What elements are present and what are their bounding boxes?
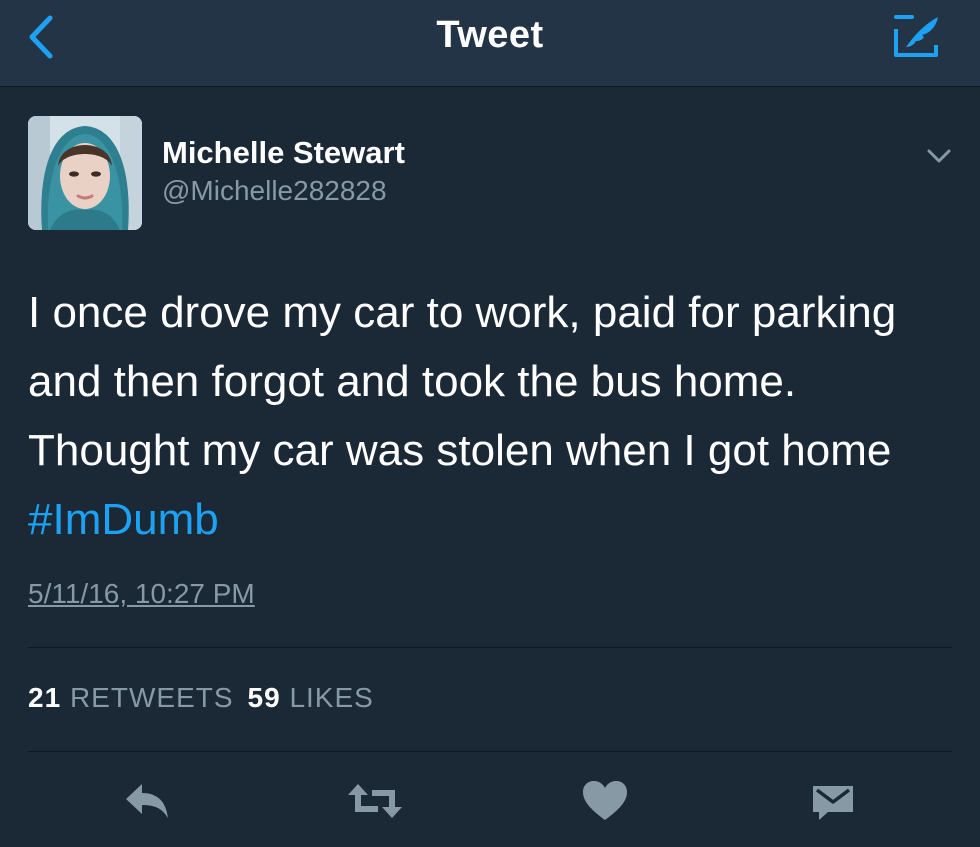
divider (28, 647, 952, 648)
likes-label: LIKES (289, 682, 374, 713)
retweets-label: RETWEETS (69, 682, 234, 713)
author-handle[interactable]: @Michelle282828 (162, 175, 387, 207)
likes-stat[interactable]: 59 LIKES (248, 682, 374, 713)
retweet-icon (348, 784, 402, 818)
compose-button[interactable] (892, 11, 944, 63)
envelope-icon (813, 786, 853, 820)
author-name[interactable]: Michelle Stewart (162, 135, 405, 171)
hashtag-link[interactable]: #ImDumb (28, 485, 958, 554)
compose-feather-icon (894, 15, 938, 57)
avatar-photo (28, 116, 142, 230)
reply-icon (126, 784, 168, 818)
like-button[interactable] (580, 778, 630, 824)
chevron-down-icon (927, 149, 951, 163)
tweet-text-line: Thought my car was stolen when I got hom… (28, 426, 892, 475)
tweet-text-line: and then forgot and took the bus home. (28, 357, 797, 406)
reply-button[interactable] (122, 778, 172, 824)
avatar[interactable] (28, 116, 142, 230)
retweet-button[interactable] (346, 778, 404, 824)
more-options-button[interactable] (926, 146, 952, 166)
likes-count: 59 (247, 682, 281, 713)
retweets-stat[interactable]: 21 RETWEETS (28, 682, 234, 713)
tweet-text: I once drove my car to work, paid for pa… (28, 278, 958, 554)
retweets-count: 21 (28, 682, 62, 713)
tweet-timestamp[interactable]: 5/11/16, 10:27 PM (28, 578, 255, 610)
page-title: Tweet (436, 14, 544, 56)
nav-bar: Tweet (0, 0, 980, 87)
message-button[interactable] (810, 778, 856, 824)
divider (28, 751, 952, 752)
tweet-text-line: I once drove my car to work, paid for pa… (28, 288, 897, 337)
heart-icon (583, 781, 627, 820)
tweet-stats: 21 RETWEETS 59 LIKES (28, 682, 374, 714)
